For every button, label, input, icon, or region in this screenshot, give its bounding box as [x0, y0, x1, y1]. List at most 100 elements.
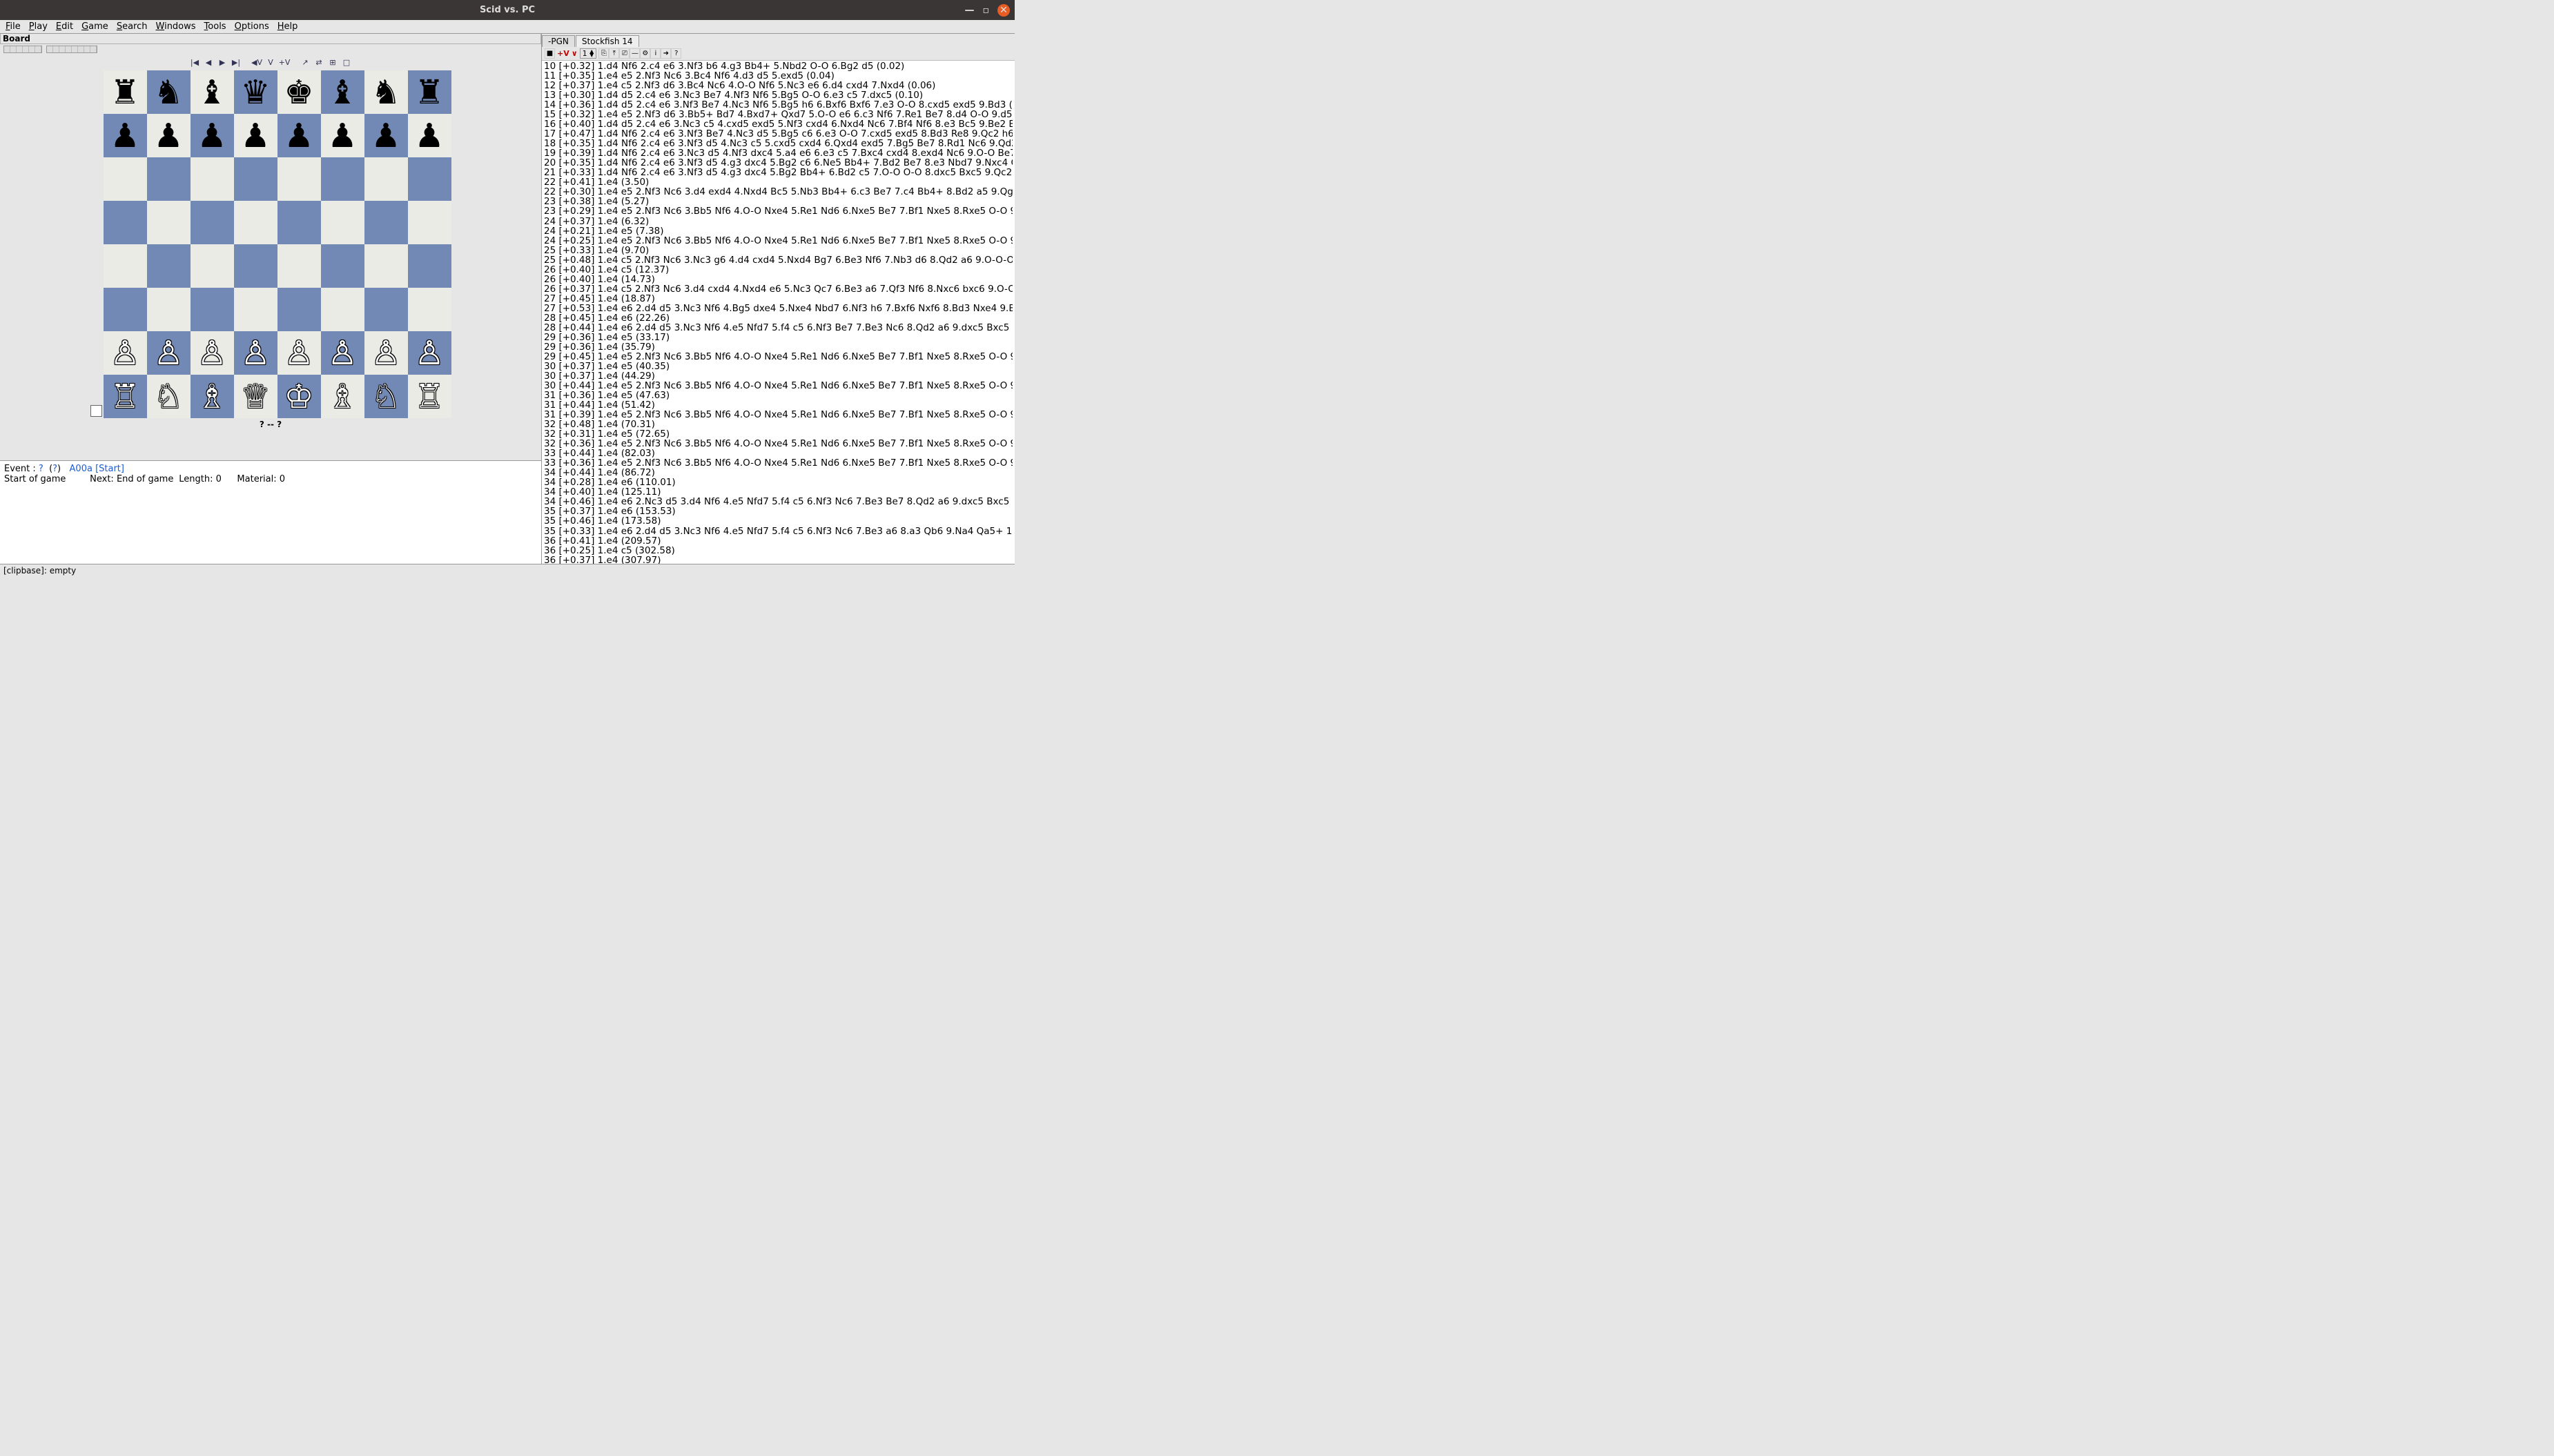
- square[interactable]: [277, 244, 321, 288]
- event-link[interactable]: ?: [39, 464, 43, 474]
- tb-btn[interactable]: [90, 46, 97, 52]
- square[interactable]: [191, 244, 234, 288]
- square[interactable]: [364, 157, 408, 201]
- square[interactable]: [104, 157, 147, 201]
- piece[interactable]: ♖: [110, 377, 139, 416]
- piece[interactable]: ♙: [153, 334, 183, 373]
- square[interactable]: [234, 288, 277, 331]
- tb-btn[interactable]: [17, 46, 23, 52]
- tb-btn[interactable]: [23, 46, 29, 52]
- square[interactable]: ♟: [321, 114, 364, 157]
- square[interactable]: ♙: [408, 331, 451, 375]
- piece[interactable]: ♟: [414, 117, 444, 155]
- square[interactable]: [191, 157, 234, 201]
- multipv-spinner[interactable]: 1 ▲▼: [580, 48, 597, 59]
- square[interactable]: [408, 201, 451, 244]
- piece[interactable]: ♛: [240, 73, 270, 112]
- square[interactable]: ♟: [364, 114, 408, 157]
- square[interactable]: [191, 201, 234, 244]
- piece[interactable]: ♕: [240, 377, 270, 416]
- tb-btn[interactable]: [84, 46, 90, 52]
- square[interactable]: ♙: [234, 331, 277, 375]
- piece[interactable]: ♗: [327, 377, 357, 416]
- piece[interactable]: ♔: [284, 377, 313, 416]
- tab--pgn[interactable]: -PGN: [542, 35, 575, 47]
- square[interactable]: ♗: [191, 375, 234, 418]
- nav-button[interactable]: +V: [279, 57, 291, 68]
- nav-button[interactable]: ▶|: [231, 57, 242, 68]
- wedge-icon[interactable]: ∨: [572, 49, 578, 58]
- menu-search[interactable]: Search: [114, 21, 150, 32]
- maximize-icon[interactable]: ▫: [983, 5, 990, 16]
- tb-btn[interactable]: [59, 46, 66, 52]
- piece[interactable]: ♗: [197, 377, 226, 416]
- piece[interactable]: ♙: [110, 334, 139, 373]
- square[interactable]: ♞: [364, 70, 408, 114]
- square[interactable]: [277, 288, 321, 331]
- square[interactable]: [104, 244, 147, 288]
- square[interactable]: ♙: [147, 331, 191, 375]
- engine-toolbar-icon[interactable]: —: [630, 48, 640, 59]
- square[interactable]: ♝: [191, 70, 234, 114]
- pause-icon[interactable]: ■: [545, 48, 555, 59]
- square[interactable]: [321, 288, 364, 331]
- square[interactable]: ♙: [104, 331, 147, 375]
- square[interactable]: ♚: [277, 70, 321, 114]
- menu-tools[interactable]: Tools: [202, 21, 229, 32]
- tb-btn[interactable]: [4, 46, 10, 52]
- menu-edit[interactable]: Edit: [53, 21, 76, 32]
- piece[interactable]: ♟: [110, 117, 139, 155]
- piece[interactable]: ♟: [327, 117, 357, 155]
- square[interactable]: ♘: [364, 375, 408, 418]
- square[interactable]: [234, 157, 277, 201]
- tb-btn[interactable]: [47, 46, 53, 52]
- square[interactable]: [147, 157, 191, 201]
- piece[interactable]: ♟: [153, 117, 183, 155]
- square[interactable]: [147, 201, 191, 244]
- square[interactable]: ♟: [104, 114, 147, 157]
- piece[interactable]: ♙: [414, 334, 444, 373]
- square[interactable]: ♜: [408, 70, 451, 114]
- piece[interactable]: ♘: [371, 377, 400, 416]
- square[interactable]: [277, 201, 321, 244]
- tb-btn[interactable]: [66, 46, 72, 52]
- piece[interactable]: ♙: [240, 334, 270, 373]
- square[interactable]: [191, 288, 234, 331]
- engine-toolbar-icon[interactable]: ⚙: [640, 48, 650, 59]
- square[interactable]: ♙: [191, 331, 234, 375]
- square[interactable]: [364, 244, 408, 288]
- engine-output[interactable]: 10 [+0.32] 1.d4 Nf6 2.c4 e6 3.Nf3 b6 4.g…: [542, 61, 1015, 564]
- piece[interactable]: ♜: [110, 73, 139, 112]
- square[interactable]: ♔: [277, 375, 321, 418]
- nav-button[interactable]: |◀: [189, 57, 201, 68]
- engine-toolbar-icon[interactable]: ⎚: [619, 48, 630, 59]
- square[interactable]: ♟: [277, 114, 321, 157]
- nav-button[interactable]: □: [341, 57, 353, 68]
- square[interactable]: ♝: [321, 70, 364, 114]
- nav-button[interactable]: ◀V: [251, 57, 263, 68]
- tb-btn[interactable]: [10, 46, 17, 52]
- menu-help[interactable]: Help: [275, 21, 301, 32]
- piece[interactable]: ♞: [371, 73, 400, 112]
- menu-options[interactable]: Options: [232, 21, 272, 32]
- tb-btn[interactable]: [78, 46, 84, 52]
- square[interactable]: [408, 157, 451, 201]
- square[interactable]: [321, 201, 364, 244]
- square[interactable]: [321, 157, 364, 201]
- square[interactable]: ♟: [191, 114, 234, 157]
- plus-variation-icon[interactable]: +V: [557, 49, 569, 58]
- engine-toolbar-icon[interactable]: ⤒: [609, 48, 619, 59]
- piece[interactable]: ♟: [197, 117, 226, 155]
- square[interactable]: ♞: [147, 70, 191, 114]
- piece[interactable]: ♙: [284, 334, 313, 373]
- tb-btn[interactable]: [53, 46, 59, 52]
- square[interactable]: [321, 244, 364, 288]
- square[interactable]: ♛: [234, 70, 277, 114]
- nav-button[interactable]: ⊞: [327, 57, 339, 68]
- piece[interactable]: ♚: [284, 73, 313, 112]
- menu-file[interactable]: File: [3, 21, 23, 32]
- tb-btn[interactable]: [35, 46, 41, 52]
- square[interactable]: ♜: [104, 70, 147, 114]
- square[interactable]: [364, 201, 408, 244]
- piece[interactable]: ♟: [284, 117, 313, 155]
